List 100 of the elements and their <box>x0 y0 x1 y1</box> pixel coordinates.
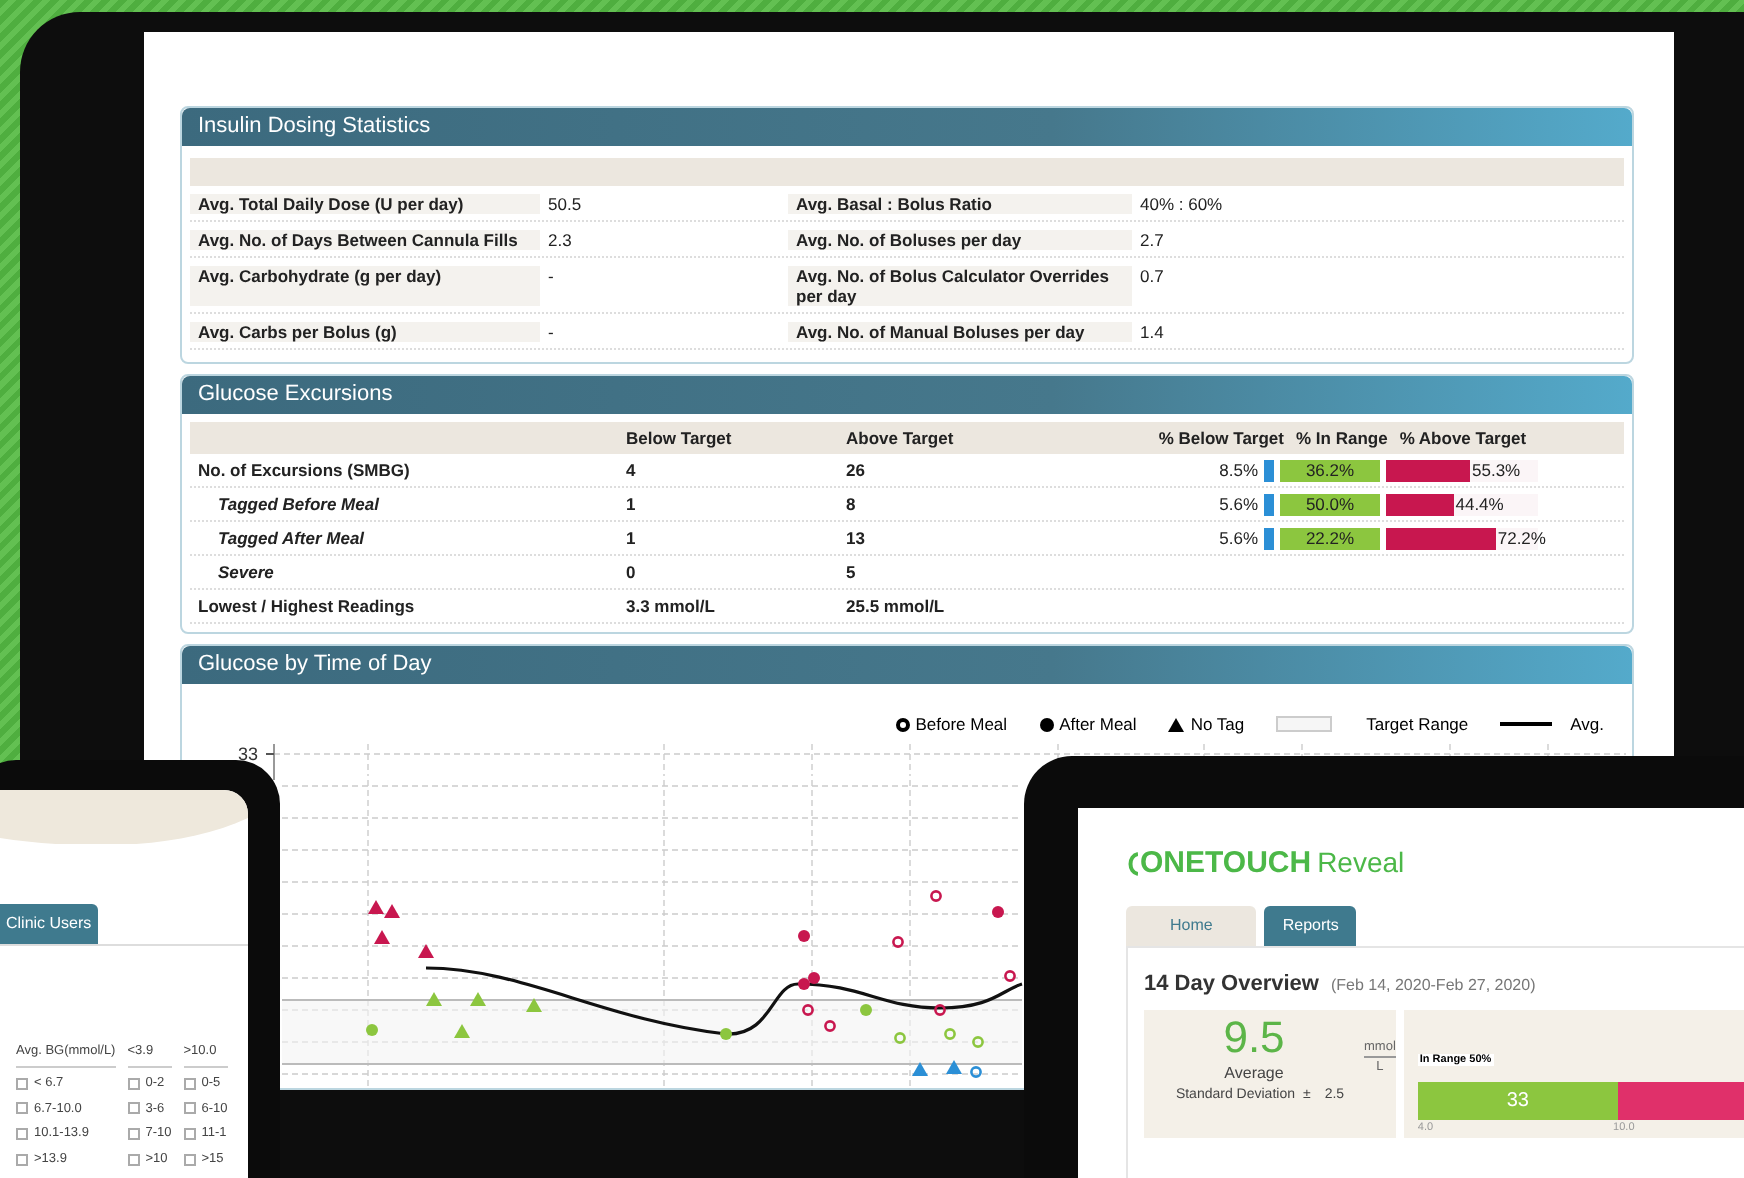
ring-point <box>930 890 942 902</box>
dot-point <box>366 1024 378 1036</box>
table-cell-text: 25.5 mmol/L <box>844 593 947 619</box>
legend-label: Avg. <box>1570 711 1604 737</box>
triangle-point <box>454 1024 470 1038</box>
checkbox[interactable] <box>127 1128 140 1141</box>
table-cell-text: 4 <box>624 457 638 483</box>
table-cell: Avg. Carbs per Bolus (g) <box>190 321 540 341</box>
logo-brand: ONETOUCH <box>1140 848 1312 878</box>
table-cell-text: Tagged Before Meal <box>216 491 381 517</box>
overview-title: 14 Day Overview <box>1144 970 1319 1000</box>
dot-point <box>720 1028 732 1040</box>
clinic-users-tab[interactable]: Clinic Users <box>0 904 98 944</box>
ring-point <box>802 1004 814 1016</box>
ring-point <box>944 1028 956 1040</box>
checkbox[interactable] <box>183 1153 196 1166</box>
legend-label: No Tag <box>1190 711 1245 737</box>
nav-tab[interactable]: Home <box>1126 906 1257 946</box>
range-swatch-icon <box>1276 716 1333 732</box>
nav-tab[interactable]: Reports <box>1264 906 1357 946</box>
table-cell-text: No. of Excursions (SMBG) <box>196 457 412 483</box>
checkbox[interactable] <box>127 1102 140 1115</box>
logo-product: Reveal <box>1317 848 1405 878</box>
ring-point <box>934 1004 946 1016</box>
line-icon <box>1500 722 1553 726</box>
below-bar <box>1264 459 1274 481</box>
triangle-point <box>912 1062 928 1076</box>
legend-label: Target Range <box>1366 711 1469 737</box>
percent-text: 44.4% <box>1455 493 1504 515</box>
percent-text: 5.6% <box>1217 525 1258 551</box>
average-value: 9.5 <box>1223 1013 1285 1061</box>
checkbox[interactable] <box>127 1153 140 1166</box>
table-cell-text: 1 <box>624 491 638 517</box>
table-cell-text: 26 <box>844 457 867 483</box>
below-bar <box>1264 527 1274 549</box>
table-cell-text: Lowest / Highest Readings <box>196 593 417 619</box>
dot-point <box>860 1004 872 1016</box>
table-cell-text: - <box>546 265 556 289</box>
legend-label: Before Meal <box>915 711 1008 737</box>
panel-header: Glucose by Time of Day <box>182 646 1632 684</box>
percent-text: 8.5% <box>1217 457 1258 483</box>
column-header: % In Range <box>1296 425 1388 451</box>
checkbox[interactable] <box>16 1128 28 1141</box>
table-cell-text: - <box>546 321 556 341</box>
legend-label: After Meal <box>1059 711 1137 737</box>
table-cell-text: 1.4 <box>1138 321 1166 341</box>
swoosh-logo-icon <box>1126 851 1138 875</box>
panel-header: Insulin Dosing Statistics <box>182 108 1632 146</box>
table-cell-text: 50.5 <box>546 193 584 213</box>
checkbox[interactable] <box>183 1102 196 1115</box>
table-cell-text: Tagged After Meal <box>216 525 367 551</box>
table-cell: Avg. Total Daily Dose (U per day) <box>190 193 540 213</box>
checkbox[interactable] <box>16 1102 28 1115</box>
table-cell-text: 13 <box>844 525 867 551</box>
triangle-point <box>374 930 390 944</box>
table-cell-text: 5 <box>844 559 858 585</box>
checkbox[interactable] <box>127 1077 140 1090</box>
ring-point <box>972 1036 984 1048</box>
checkbox[interactable] <box>183 1077 196 1090</box>
column-header: Above Target <box>844 425 956 451</box>
table-cell-text: 0.7 <box>1138 265 1166 289</box>
table-cell-text: Severe <box>216 559 276 585</box>
table-cell: Avg. No. of Days Between Cannula Fills <box>190 229 540 249</box>
percent-text: 72.2% <box>1497 527 1546 549</box>
below-bar <box>1264 493 1274 515</box>
triangle-point <box>526 998 542 1012</box>
table-cell-text: 2.3 <box>546 229 574 249</box>
percent-text: 55.3% <box>1472 459 1521 481</box>
triangle-icon <box>1168 717 1185 731</box>
ring-icon <box>895 717 910 731</box>
column-header: Below Target <box>624 425 734 451</box>
checkbox[interactable] <box>183 1128 196 1141</box>
average-label: Average <box>1224 1061 1284 1085</box>
ring-point <box>970 1066 982 1078</box>
in-range-bar: 22.2% <box>1280 527 1380 549</box>
triangle-point <box>426 992 442 1006</box>
table-cell: Avg. Carbohydrate (g per day) <box>190 265 540 305</box>
panel-header: Glucose Excursions <box>182 376 1632 414</box>
table-cell-text: 40% : 60% <box>1138 193 1225 213</box>
ring-point <box>1004 970 1016 982</box>
checkbox[interactable] <box>16 1153 28 1166</box>
ring-point <box>824 1020 836 1032</box>
checkbox[interactable] <box>16 1077 28 1090</box>
table-cell: Avg. Basal : Bolus Ratio <box>788 193 1132 213</box>
column-header: % Above Target <box>1399 425 1527 451</box>
table-cell-text: 0 <box>624 559 638 585</box>
dot-point <box>798 930 810 942</box>
triangle-point <box>418 944 434 958</box>
table-cell-text: 3.3 mmol/L <box>624 593 717 619</box>
triangle-point <box>946 1060 962 1074</box>
dot-point <box>992 906 1004 918</box>
table-cell-text: 8 <box>844 491 858 517</box>
axis-tick-label: 33 <box>237 744 258 764</box>
triangle-point <box>470 992 486 1006</box>
in-range-bar: 33 <box>1417 1081 1618 1119</box>
table-cell: Avg. No. of Boluses per day <box>788 229 1132 249</box>
table-cell: Avg. No. of Bolus Calculator Overrides per day <box>788 265 1132 305</box>
ring-point <box>892 936 904 948</box>
table-cell-text: 2.7 <box>1138 229 1166 249</box>
date-range: (Feb 14, 2020-Feb 27, 2020) <box>1330 974 1536 998</box>
